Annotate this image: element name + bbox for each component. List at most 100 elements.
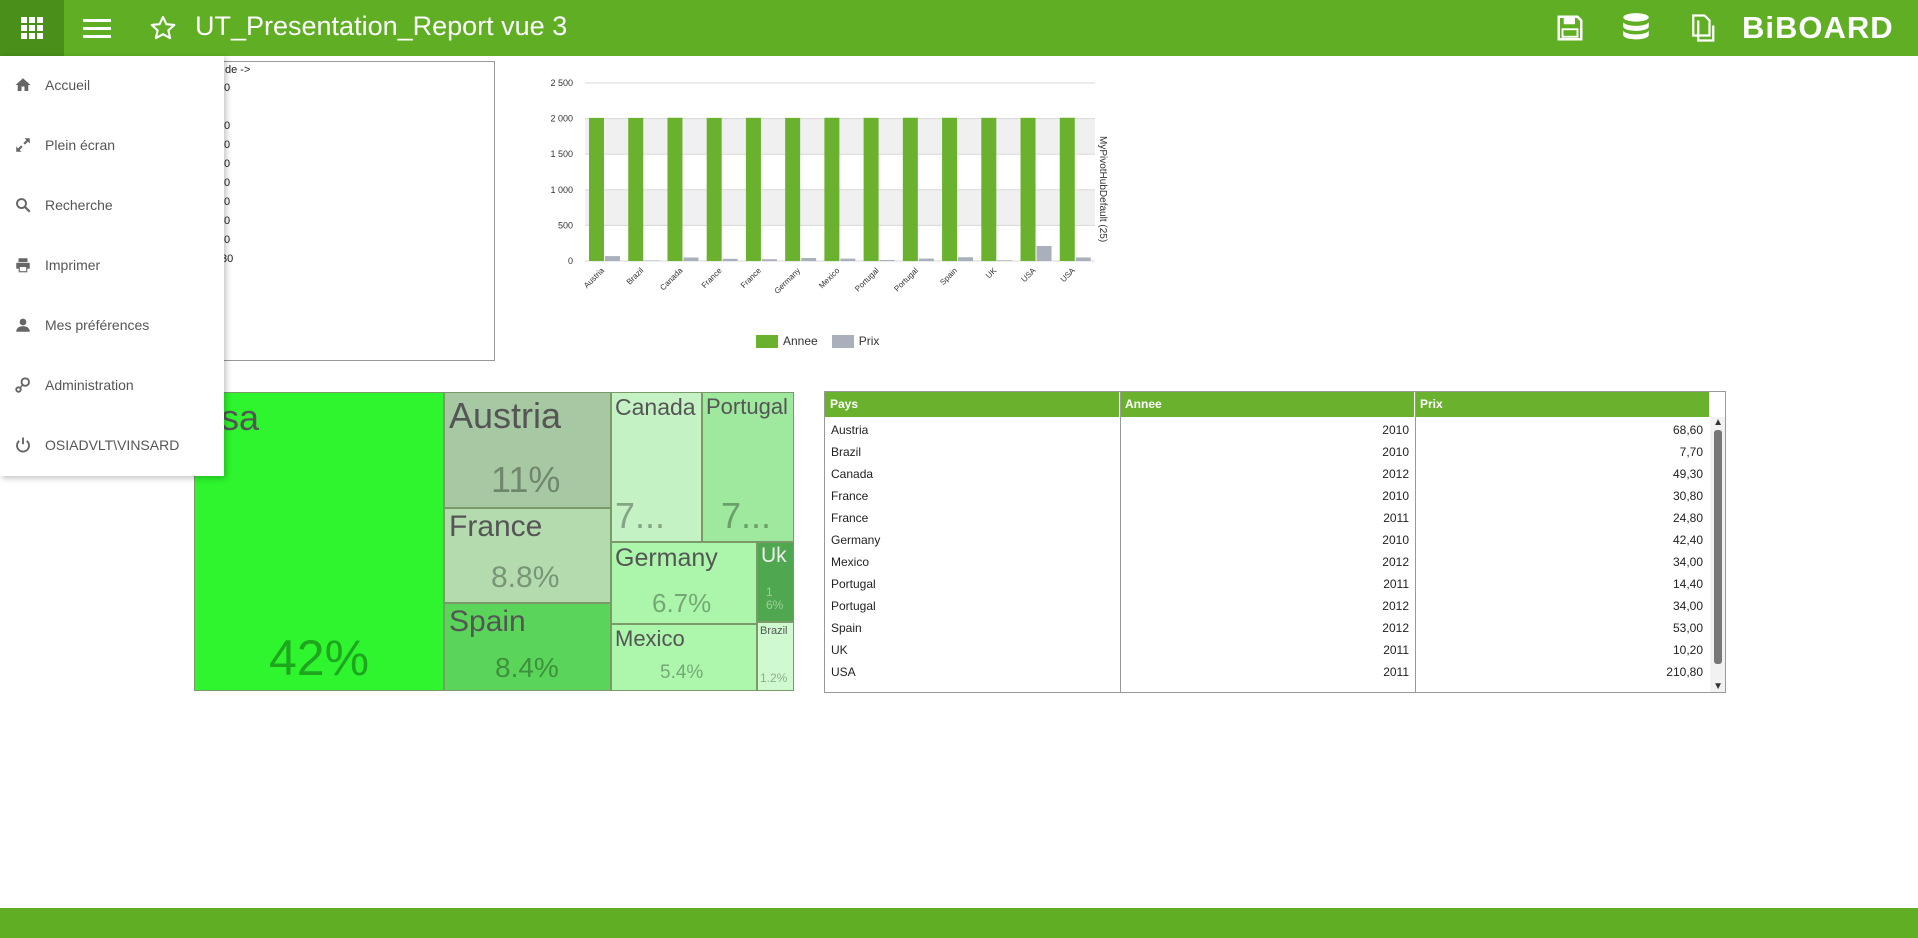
y-tick-label: 1 500 [550,149,573,159]
y-tick-label: 0 [568,256,573,266]
bar-annee[interactable] [628,117,644,261]
treemap-cell-usa[interactable]: usa 42% [194,392,444,691]
table-row[interactable]: USA 2011 210,80 [825,661,1709,683]
treemap-label: Germany [615,544,718,572]
table-row[interactable]: France 2010 30,80 [825,485,1709,507]
text-line: 0 [224,139,231,151]
text-line: 0 [224,158,231,170]
treemap-percent: 5.4% [660,662,704,683]
grid-header: Pays Annee Prix [825,392,1709,417]
bar-annee[interactable] [745,117,761,261]
cell-annee: 2011 [1383,511,1409,525]
documents-button[interactable] [1682,8,1722,48]
scroll-up-arrow-icon[interactable]: ▲ [1713,417,1723,428]
bar-annee[interactable] [785,117,801,261]
table-row[interactable]: Brazil 2010 7,70 [825,441,1709,463]
table-row[interactable]: Germany 2010 42,40 [825,529,1709,551]
treemap-label: Uk [761,544,787,567]
database-button[interactable] [1616,8,1656,48]
hamburger-menu-button[interactable] [76,0,118,56]
column-header-pays[interactable]: Pays [825,392,1120,417]
cell-prix: 7,70 [1679,445,1703,459]
bar-prix[interactable] [840,258,856,261]
bar-annee[interactable] [981,117,997,261]
documents-icon [1692,14,1715,42]
treemap-cell-spain[interactable]: Spain 8.4% [444,603,611,691]
scroll-down-arrow-icon[interactable]: ▼ [1713,681,1723,692]
bar-prix[interactable] [683,257,699,261]
table-row[interactable]: Portugal 2012 34,00 [825,595,1709,617]
legend-label: Annee [783,334,818,348]
treemap-cell-brazil[interactable]: Brazil 1.2% [757,622,794,691]
table-row[interactable]: Austria 2010 68,60 [825,419,1709,441]
bar-annee[interactable] [706,117,722,261]
bar-annee[interactable] [863,117,879,261]
table-row[interactable]: France 2011 24,80 [825,507,1709,529]
bar-prix[interactable] [801,257,817,261]
treemap-cell-germany[interactable]: Germany 6.7% [611,542,757,624]
column-header-annee[interactable]: Annee [1120,392,1415,417]
database-icon [1623,13,1649,40]
treemap-label: Brazil [760,625,788,637]
grid-scrollbar[interactable]: ▲ ▼ [1710,417,1725,692]
treemap-cell-austria[interactable]: Austria 11% [444,392,611,508]
bar-annee[interactable] [1059,117,1075,261]
legend-item-annee[interactable]: Annee [756,334,818,348]
menu-item-administration[interactable]: Administration [0,365,224,405]
menu-item-recherche[interactable]: Recherche [0,185,224,225]
bar-annee[interactable] [1020,117,1036,261]
cell-prix: 53,00 [1672,621,1703,635]
grid-band [585,189,1095,226]
bar-prix[interactable] [958,257,974,261]
favorite-button[interactable] [145,0,181,56]
save-button[interactable] [1550,8,1590,48]
column-header-prix[interactable]: Prix [1415,392,1709,417]
treemap-cell-portugal[interactable]: Portugal 7... [702,392,794,542]
bar-prix[interactable] [918,258,934,261]
bar-annee[interactable] [824,117,840,261]
treemap-cell-france[interactable]: France 8.8% [444,508,611,603]
treemap-percent: 8.8% [491,561,560,594]
table-row[interactable]: Canada 2012 49,30 [825,463,1709,485]
bar-prix[interactable] [644,260,660,261]
menu-item-mes-preferences[interactable]: Mes préférences [0,305,224,345]
bar-prix[interactable] [605,256,620,261]
bar-prix[interactable] [722,258,738,261]
cell-annee: 2011 [1383,665,1409,679]
treemap-cell-mexico[interactable]: Mexico 5.4% [611,624,757,691]
legend-swatch [756,334,778,348]
text-line: 0 [224,120,231,132]
scroll-thumb[interactable] [1714,430,1722,664]
x-tick-label: France [700,266,724,290]
grid-band [585,118,1095,155]
menu-item-accueil[interactable]: Accueil [0,65,224,105]
page-title: UT_Presentation_Report vue 3 [195,11,568,41]
cell-prix: 14,40 [1672,577,1703,591]
table-row[interactable]: UK 2011 10,20 [825,639,1709,661]
menu-item-logout[interactable]: OSIADVLT\VINSARD [0,425,224,465]
bar-annee[interactable] [589,117,604,261]
table-row[interactable]: Mexico 2012 34,00 [825,551,1709,573]
bar-prix[interactable] [997,260,1013,261]
table-row[interactable]: Spain 2012 53,00 [825,617,1709,639]
bar-prix[interactable] [1036,245,1052,261]
side-menu: Accueil Plein écran Recherche Imprimer M… [0,56,224,476]
treemap-cell-canada[interactable]: Canada 7... [611,392,702,542]
cell-pays: France [831,489,869,503]
menu-item-imprimer[interactable]: Imprimer [0,245,224,285]
menu-item-plein-ecran[interactable]: Plein écran [0,125,224,165]
treemap-cell-uk[interactable]: Uk 1 6% [757,542,794,622]
bar-prix[interactable] [879,259,895,261]
cell-prix: 68,60 [1672,423,1703,437]
bar-annee[interactable] [942,117,958,261]
bar-prix[interactable] [1075,257,1091,261]
table-row[interactable]: Portugal 2011 14,40 [825,573,1709,595]
bar-annee[interactable] [667,117,683,261]
bar-prix[interactable] [761,259,777,261]
bar-annee[interactable] [902,117,918,261]
apps-grid-button[interactable] [0,0,64,56]
legend-item-prix[interactable]: Prix [831,334,879,348]
menu-item-label: Administration [45,377,134,393]
menu-item-label: Accueil [45,77,91,93]
cell-pays: Spain [831,621,862,635]
